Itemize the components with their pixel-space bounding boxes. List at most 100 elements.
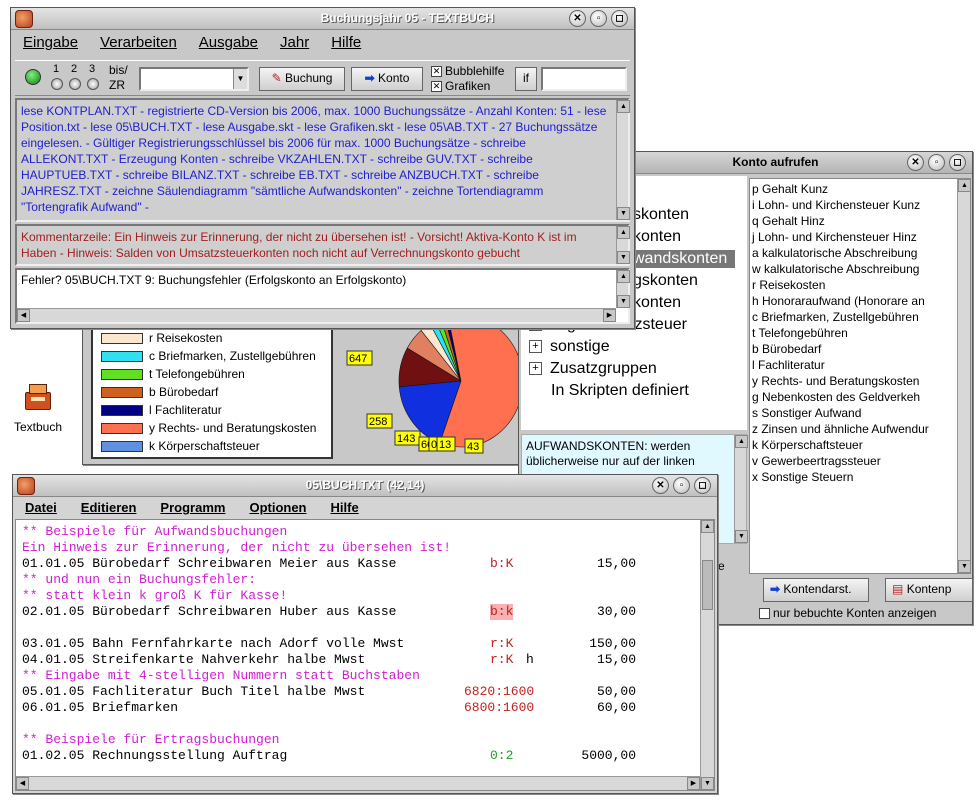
menu-hilfe[interactable]: Hilfe xyxy=(331,34,361,51)
error-panel: Fehler? 05\BUCH.TXT 9: Buchungsfehler (E… xyxy=(15,268,630,324)
editor-menubar: Datei Editieren Programm Optionen Hilfe xyxy=(13,497,717,518)
code-line: 01.01.05 Bürobedarf Schreibwaren Meier a… xyxy=(22,556,397,571)
if-button[interactable]: if xyxy=(515,67,537,91)
desktop-icon-textbuch[interactable]: Textbuch xyxy=(6,380,70,440)
close-icon[interactable]: ✕ xyxy=(569,10,586,27)
menu-ausgabe[interactable]: Ausgabe xyxy=(199,34,258,51)
log-text: lese KONTPLAN.TXT - registrierte CD-Vers… xyxy=(21,104,607,214)
legend-swatch xyxy=(101,440,143,452)
editor-text-area[interactable]: ** Beispiele für Aufwandsbuchungen Ein Hi… xyxy=(15,519,715,791)
document-icon: ▤ xyxy=(892,582,904,596)
legend-swatch xyxy=(101,368,143,380)
legend-swatch xyxy=(101,350,143,362)
amount: 15,00 xyxy=(596,556,636,571)
account-item[interactable]: z Zinsen und ähnliche Aufwendur xyxy=(752,421,929,437)
maximize-icon[interactable]: ▫ xyxy=(928,154,945,171)
legend-item: l Fachliteratur xyxy=(93,401,331,419)
kontenplan-button[interactable]: ▤ Kontenp xyxy=(885,578,973,602)
account-item[interactable]: l Fachliteratur xyxy=(752,357,929,373)
legend-swatch xyxy=(101,332,143,344)
code-line: 05.01.05 Fachliteratur Buch Titel halbe … xyxy=(22,684,366,699)
restore-icon[interactable]: ◻ xyxy=(694,477,711,494)
radio-label-1: 1 xyxy=(53,63,60,75)
tree-item[interactable]: In Skripten definiert xyxy=(551,382,689,400)
menu-programm[interactable]: Programm xyxy=(160,500,225,515)
account-item[interactable]: x Sonstige Steuern xyxy=(752,469,929,485)
restore-icon[interactable]: ◻ xyxy=(949,154,966,171)
radio-1[interactable] xyxy=(51,78,63,90)
tree-item[interactable]: skonten xyxy=(633,206,689,224)
menu-eingabe[interactable]: Eingabe xyxy=(23,34,78,51)
account-item[interactable]: a kalkulatorische Abschreibung xyxy=(752,245,929,261)
account-code: 6800:1600 xyxy=(464,700,535,715)
close-icon[interactable]: ✕ xyxy=(907,154,924,171)
maximize-icon[interactable]: ▫ xyxy=(673,477,690,494)
buchung-button[interactable]: ✎ Buchung xyxy=(259,67,345,91)
legend-item: t Telefongebühren xyxy=(93,365,331,383)
menu-optionen[interactable]: Optionen xyxy=(249,500,306,515)
only-booked-checkbox[interactable]: nur bebuchte Konten anzeigen xyxy=(759,606,936,620)
amount: 150,00 xyxy=(589,636,636,651)
main-menubar: Eingabe Verarbeiten Ausgabe Jahr Hilfe xyxy=(11,30,634,55)
pie-label: 647 xyxy=(349,353,367,365)
radio-3[interactable] xyxy=(87,78,99,90)
comment-text: Kommentarzeile: Ein Hinweis zur Erinneru… xyxy=(21,230,577,260)
account-item[interactable]: v Gewerbeertragssteuer xyxy=(752,453,929,469)
account-item[interactable]: j Lohn- und Kirchensteuer Hinz xyxy=(752,229,929,245)
legend-label: r Reisekosten xyxy=(149,331,223,345)
account-item[interactable]: w kalkulatorische Abschreibung xyxy=(752,261,929,277)
account-item[interactable]: h Honoraraufwand (Honorare an xyxy=(752,293,929,309)
grafiken-checkbox[interactable]: ✕ Grafiken xyxy=(431,79,490,93)
tree-item[interactable]: wandskonten xyxy=(633,250,736,268)
account-info-text: AUFWANDSKONTEN: werden üblicherweise nur… xyxy=(526,439,695,468)
tree-item[interactable]: gskonten xyxy=(633,272,698,290)
legend-item: c Briefmarken, Zustellgebühren xyxy=(93,347,331,365)
code-line: ** und nun ein Buchungsfehler: xyxy=(22,572,257,587)
code-line: ** Beispiele für Ertragsbuchungen xyxy=(22,732,280,747)
tree-item[interactable]: konten xyxy=(633,294,681,312)
account-code: b:K xyxy=(490,556,514,571)
tree-item[interactable]: + Zusatzgruppen xyxy=(529,360,657,378)
account-item[interactable]: p Gehalt Kunz xyxy=(752,181,929,197)
expand-icon[interactable]: + xyxy=(529,340,542,354)
account-item[interactable]: g Nebenkosten des Geldverkeh xyxy=(752,389,929,405)
account-item[interactable]: q Gehalt Hinz xyxy=(752,213,929,229)
account-list[interactable]: p Gehalt Kunz i Lohn- und Kirchensteuer K… xyxy=(749,178,971,574)
account-item[interactable]: t Telefongebühren xyxy=(752,325,929,341)
menu-jahr[interactable]: Jahr xyxy=(280,34,309,51)
if-input[interactable] xyxy=(541,67,627,91)
amount: 30,00 xyxy=(596,604,636,619)
error-text: Fehler? 05\BUCH.TXT 9: Buchungsfehler (E… xyxy=(21,273,407,287)
main-window-title: Buchungsjahr 05 - TEXTBUCH xyxy=(320,11,494,25)
code-line: ** statt klein k groß K für Kasse! xyxy=(22,588,288,603)
account-item[interactable]: i Lohn- und Kirchensteuer Kunz xyxy=(752,197,929,213)
menu-verarbeiten[interactable]: Verarbeiten xyxy=(100,34,177,51)
menu-datei[interactable]: Datei xyxy=(25,500,57,515)
restore-icon[interactable]: ◻ xyxy=(611,10,628,27)
menu-editieren[interactable]: Editieren xyxy=(81,500,137,515)
legend-item: r Reisekosten xyxy=(93,329,331,347)
legend-item: b Bürobedarf xyxy=(93,383,331,401)
account-item[interactable]: r Reisekosten xyxy=(752,277,929,293)
period-select[interactable]: ▼ xyxy=(139,67,249,91)
konto-button[interactable]: ➡ Konto xyxy=(351,67,423,91)
tree-item[interactable]: + sonstige xyxy=(529,338,610,356)
account-item[interactable]: y Rechts- und Beratungskosten xyxy=(752,373,929,389)
kontendarst-button[interactable]: ➡ Kontendarst. xyxy=(763,578,869,602)
account-item[interactable]: k Körperschaftsteuer xyxy=(752,437,929,453)
pie-label: 13 xyxy=(439,439,451,451)
close-icon[interactable]: ✕ xyxy=(652,477,669,494)
pie-label: 43 xyxy=(467,441,479,453)
radio-label-2: 2 xyxy=(71,63,78,75)
legend-swatch xyxy=(101,422,143,434)
expand-icon[interactable]: + xyxy=(529,362,542,376)
account-item[interactable]: b Bürobedarf xyxy=(752,341,929,357)
account-item[interactable]: s Sonstiger Aufwand xyxy=(752,405,929,421)
maximize-icon[interactable]: ▫ xyxy=(590,10,607,27)
tree-item[interactable]: konten xyxy=(633,228,681,246)
radio-2[interactable] xyxy=(69,78,81,90)
menu-hilfe[interactable]: Hilfe xyxy=(331,500,359,515)
account-item[interactable]: c Briefmarken, Zustellgebühren xyxy=(752,309,929,325)
legend-swatch xyxy=(101,386,143,398)
bubblehilfe-checkbox[interactable]: ✕ Bubblehilfe xyxy=(431,64,504,78)
